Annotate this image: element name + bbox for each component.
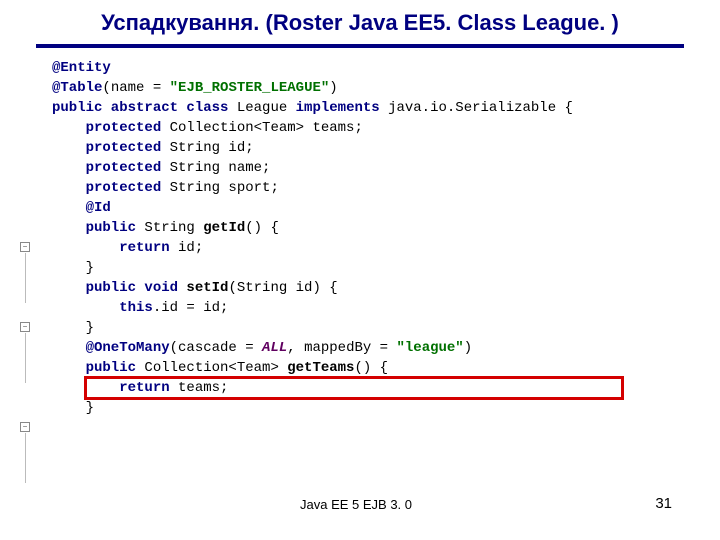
fold-icon[interactable] [20,322,30,332]
slide-title: Успадкування. (Roster Java EE5. Class Le… [0,0,720,44]
page-number: 31 [655,495,672,512]
code-line: } [18,398,702,418]
code-line: protected String sport; [18,178,702,198]
code-block: @Entity @Table(name = "EJB_ROSTER_LEAGUE… [18,58,702,418]
code-line: public void setId(String id) { [18,278,702,298]
code-line: @Entity [18,58,702,78]
title-underline [36,44,684,48]
code-line: protected String id; [18,138,702,158]
fold-line [25,253,26,303]
fold-icon[interactable] [20,242,30,252]
fold-line [25,333,26,383]
code-line: @OneToMany(cascade = ALL, mappedBy = "le… [18,338,702,358]
footer-text: Java EE 5 EJB 3. 0 [300,497,412,512]
fold-line [25,433,26,483]
code-line: return teams; [18,378,702,398]
code-line: } [18,318,702,338]
code-line: return id; [18,238,702,258]
code-line: public String getId() { [18,218,702,238]
code-line: public abstract class League implements … [18,98,702,118]
code-line: } [18,258,702,278]
code-line: public Collection<Team> getTeams() { [18,358,702,378]
code-line: this.id = id; [18,298,702,318]
fold-icon[interactable] [20,422,30,432]
code-line: @Table(name = "EJB_ROSTER_LEAGUE") [18,78,702,98]
code-line: protected String name; [18,158,702,178]
fold-gutter [18,58,44,418]
code-line: @Id [18,198,702,218]
code-line: protected Collection<Team> teams; [18,118,702,138]
